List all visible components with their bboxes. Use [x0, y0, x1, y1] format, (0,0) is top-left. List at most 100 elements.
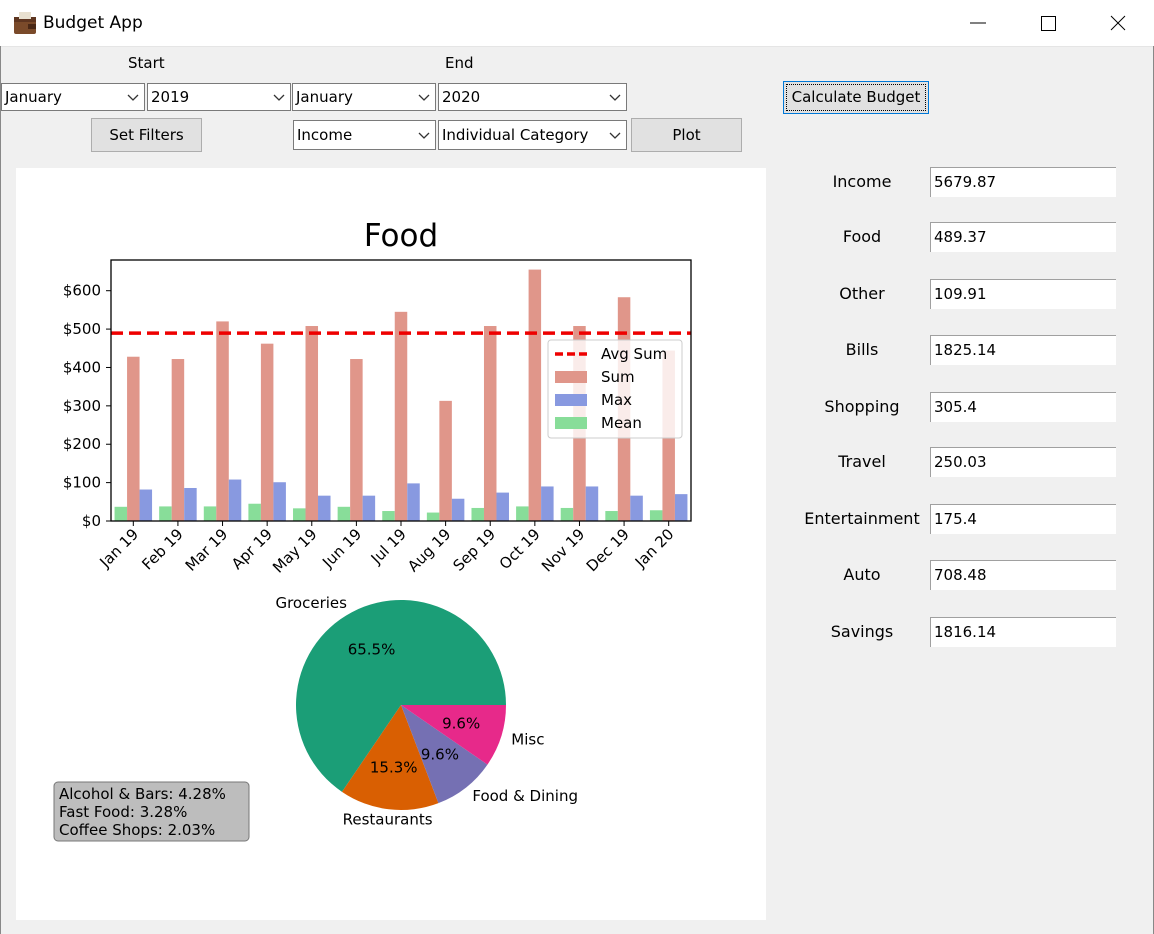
bar-mean	[248, 503, 261, 521]
bar-max	[496, 492, 509, 521]
annotation-line: Alcohol & Bars: 4.28%	[59, 785, 226, 803]
pie-slice-label: Groceries	[275, 594, 347, 612]
bar-max	[318, 495, 331, 521]
close-icon	[1110, 15, 1126, 31]
wallet-icon	[14, 12, 36, 34]
y-tick-label: $200	[63, 435, 101, 453]
annotation-line: Fast Food: 3.28%	[59, 803, 187, 821]
y-tick-label: $400	[63, 358, 101, 376]
bar-mean	[426, 512, 440, 521]
chart-title: Food	[364, 218, 438, 254]
minimize-button[interactable]	[955, 0, 1001, 46]
end-year-value: 2020	[442, 88, 481, 106]
bar-sum	[483, 326, 497, 521]
end-month-value: January	[296, 88, 353, 106]
legend-swatch	[555, 394, 587, 406]
minimize-icon	[970, 22, 986, 24]
shopping-label: Shopping	[824, 397, 900, 416]
x-tick-label: Jun 19	[318, 525, 365, 572]
chevron-down-icon	[418, 132, 430, 139]
bar-sum	[127, 356, 140, 521]
shopping-field[interactable]: 305.4	[930, 392, 1116, 422]
savings-field[interactable]: 1816.14	[930, 617, 1116, 647]
auto-label: Auto	[843, 565, 881, 584]
x-tick-label: Dec 19	[583, 525, 633, 575]
chart-svg: Food Jan 19Feb 19Mar 19Apr 19May 19Jun 19…	[53, 218, 692, 842]
legend-label: Sum	[601, 368, 635, 386]
bar-max	[407, 483, 420, 521]
food-field[interactable]: 489.37	[930, 222, 1116, 252]
bar-mean	[649, 510, 663, 521]
start-month-select[interactable]: January	[1, 83, 145, 111]
y-tick-label: $500	[63, 320, 101, 338]
travel-label: Travel	[838, 452, 886, 471]
title-bar: Budget App	[0, 0, 1154, 47]
bar-mean	[471, 507, 484, 521]
start-label: Start	[128, 54, 165, 72]
maximize-button[interactable]	[1025, 0, 1071, 46]
bar-sum	[439, 400, 452, 521]
close-button[interactable]	[1095, 0, 1141, 46]
bar-sum	[216, 321, 229, 521]
bar-max	[273, 482, 286, 521]
bar-sum	[528, 269, 542, 521]
bar-max	[674, 494, 688, 521]
pie-percent-label: 9.6%	[442, 715, 480, 733]
bar-mean	[159, 506, 172, 521]
x-tick-label: May 19	[269, 525, 321, 577]
pie-slice-label: Food & Dining	[472, 787, 578, 805]
type-select[interactable]: Income	[293, 120, 436, 150]
income-label: Income	[832, 172, 892, 191]
bar-max	[362, 495, 376, 521]
bar-max	[184, 487, 197, 521]
bar-mean	[605, 511, 618, 521]
set-filters-button[interactable]: Set Filters	[91, 118, 202, 152]
bar-max	[228, 479, 242, 521]
bar-sum	[260, 343, 274, 521]
bar-mean	[382, 511, 395, 521]
plot-button[interactable]: Plot	[631, 118, 742, 152]
bar-mean	[337, 506, 351, 521]
legend-swatch	[555, 417, 587, 429]
plot-canvas: Food Jan 19 Feb 19 Mar 19 Apr 19 May 19 Jun 19…	[16, 168, 766, 920]
x-tick-label: Aug 19	[404, 525, 454, 575]
end-label: End	[445, 54, 474, 72]
pie-slice-label: Restaurants	[343, 811, 433, 829]
travel-field[interactable]: 250.03	[930, 447, 1116, 477]
bar-sum	[394, 311, 408, 521]
bar-max	[139, 489, 153, 521]
type-value: Income	[297, 126, 353, 144]
income-field[interactable]: 5679.87	[930, 167, 1116, 197]
pie-percent-label: 65.5%	[348, 640, 396, 658]
savings-label: Savings	[830, 622, 894, 641]
bills-field[interactable]: 1825.14	[930, 335, 1116, 365]
legend-label: Mean	[601, 414, 642, 432]
x-tick-label: Jan 20	[631, 525, 678, 572]
start-year-value: 2019	[151, 88, 190, 106]
bar-sum	[350, 359, 363, 521]
x-tick-label: Mar 19	[182, 525, 232, 575]
maximize-icon	[1041, 16, 1056, 31]
chevron-down-icon	[609, 94, 621, 101]
entertainment-field[interactable]: 175.4	[930, 504, 1116, 534]
bar-max	[451, 498, 465, 521]
bar-mean	[114, 506, 128, 521]
x-tick-label: Oct 19	[496, 525, 544, 573]
auto-field[interactable]: 708.48	[930, 560, 1116, 590]
bar-mean	[203, 506, 217, 521]
other-field[interactable]: 109.91	[930, 279, 1116, 309]
end-month-select[interactable]: January	[292, 83, 436, 111]
bar-mean	[516, 506, 529, 521]
chevron-down-icon	[609, 132, 621, 139]
mode-select[interactable]: Individual Category	[438, 120, 627, 150]
calculate-budget-button[interactable]: Calculate Budget	[783, 81, 929, 114]
end-year-select[interactable]: 2020	[438, 83, 627, 111]
y-tick-label: $100	[63, 474, 101, 492]
legend-swatch	[555, 371, 587, 383]
start-year-select[interactable]: 2019	[147, 83, 291, 111]
annotation-line: Coffee Shops: 2.03%	[59, 821, 215, 839]
bar-sum	[305, 326, 319, 521]
x-tick-label: Sep 19	[449, 525, 499, 575]
x-tick-label: Apr 19	[228, 525, 276, 573]
chevron-down-icon	[418, 94, 430, 101]
